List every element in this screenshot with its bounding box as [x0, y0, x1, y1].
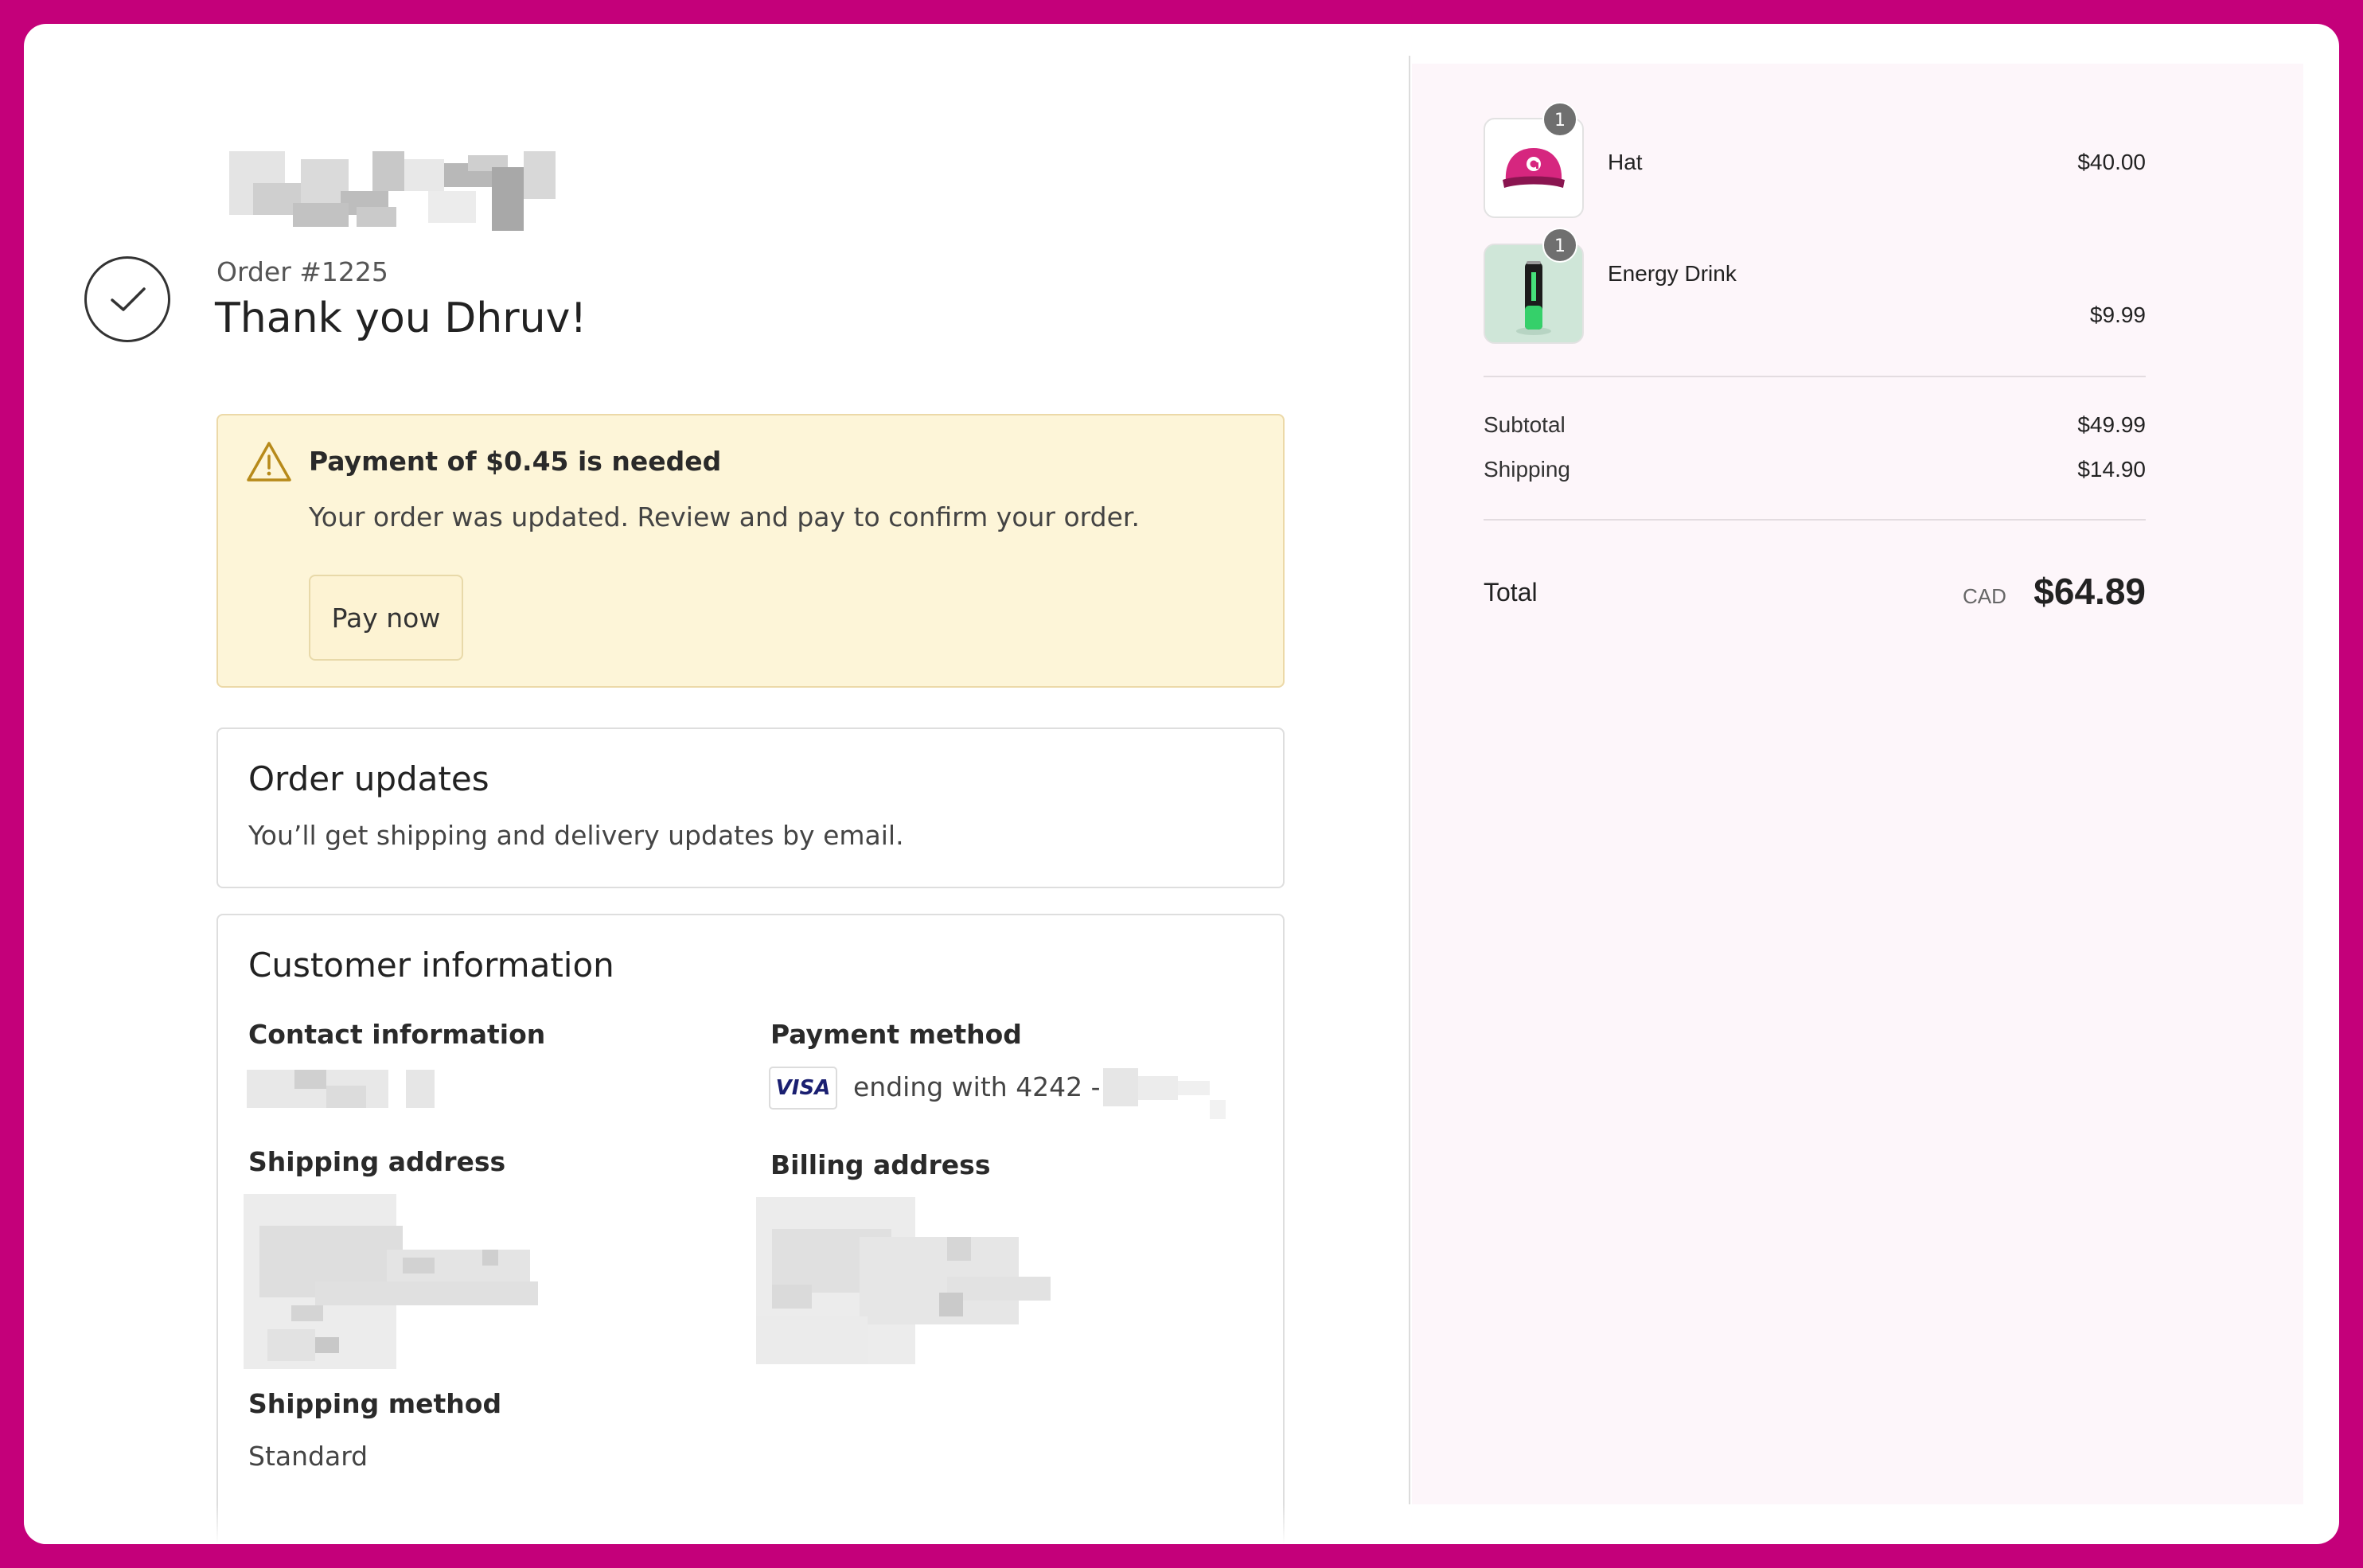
shipping-method-value: Standard [248, 1441, 368, 1472]
subtotal-value: $49.99 [2077, 412, 2146, 437]
store-logo-redacted [205, 127, 587, 239]
shipping-address-label: Shipping address [248, 1146, 506, 1177]
item-name: Energy Drink [1608, 261, 1737, 286]
item-name: Hat [1608, 150, 1643, 174]
payment-method-text: ending with 4242 - [853, 1071, 1101, 1102]
checkout-window: Order #1225 Thank you Dhruv! Payment of … [24, 24, 2339, 1544]
order-summary-panel: 1 Hat $40.00 1 Energy Drink $9.99 Subtot… [1412, 64, 2303, 1504]
column-divider [1409, 56, 1410, 1504]
item-quantity-badge: 1 [1542, 102, 1577, 137]
alert-title: Payment of $0.45 is needed [309, 446, 722, 477]
warning-triangle-icon [247, 442, 291, 482]
currency-code: CAD [1963, 584, 2006, 608]
billing-address-label: Billing address [770, 1149, 991, 1180]
thank-you-heading: Thank you Dhruv! [215, 294, 587, 342]
pay-now-button[interactable]: Pay now [309, 575, 463, 661]
alert-description: Your order was updated. Review and pay t… [309, 501, 1140, 532]
payment-method-label: Payment method [770, 1019, 1022, 1050]
payment-method-redacted [1103, 1068, 1238, 1124]
summary-divider [1484, 519, 2146, 521]
order-number: Order #1225 [216, 256, 388, 287]
item-price: $9.99 [2089, 302, 2146, 327]
shipping-value: $14.90 [2077, 457, 2146, 482]
payment-needed-alert: Payment of $0.45 is needed Your order wa… [216, 414, 1285, 688]
total-label: Total [1484, 578, 1538, 607]
order-confirmed-check-icon [84, 256, 170, 342]
order-status-panel: Order #1225 Thank you Dhruv! Payment of … [24, 24, 1409, 1544]
shipping-label: Shipping [1484, 457, 1570, 482]
order-updates-card: Order updates You’ll get shipping and de… [216, 727, 1285, 888]
customer-information-card: Customer information Contact information… [216, 914, 1285, 1544]
visa-card-icon: VISA [769, 1067, 837, 1110]
summary-divider [1484, 376, 2146, 377]
order-updates-heading: Order updates [248, 759, 489, 798]
billing-address-redacted [756, 1197, 1059, 1372]
item-price: $40.00 [2077, 150, 2146, 174]
scroll-fade [24, 1504, 1409, 1544]
contact-information-redacted [247, 1067, 438, 1111]
contact-information-label: Contact information [248, 1019, 546, 1050]
subtotal-label: Subtotal [1484, 412, 1566, 437]
shipping-address-redacted [244, 1194, 546, 1369]
item-quantity-badge: 1 [1542, 228, 1577, 263]
shipping-method-label: Shipping method [248, 1388, 502, 1419]
total-value: $64.89 [2034, 571, 2146, 612]
order-updates-text: You’ll get shipping and delivery updates… [248, 820, 904, 851]
customer-information-heading: Customer information [248, 946, 614, 985]
